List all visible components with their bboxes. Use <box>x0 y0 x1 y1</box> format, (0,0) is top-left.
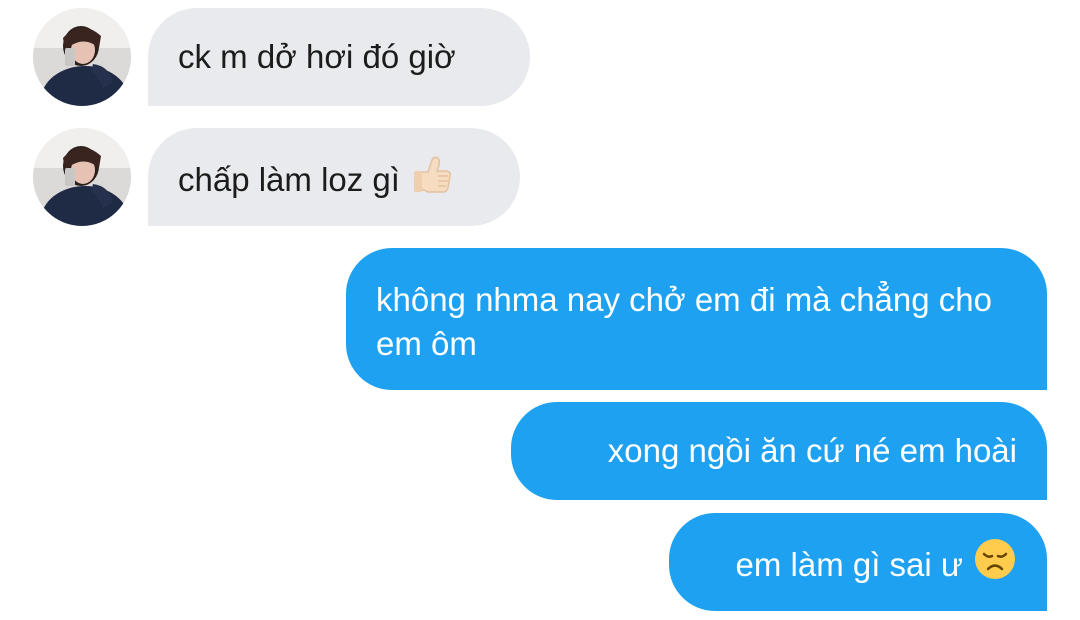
message-bubble[interactable]: ck m dở hơi đó giờ <box>148 8 530 106</box>
thumbs-up-icon <box>410 152 454 207</box>
message-bubble[interactable]: em làm gì sai ư <box>669 513 1047 611</box>
message-row-incoming: ck m dở hơi đó giờ <box>0 0 1080 120</box>
profile-photo-icon <box>33 128 131 226</box>
message-text: em làm gì sai ư <box>735 546 964 584</box>
avatar[interactable] <box>33 128 131 226</box>
profile-photo-icon <box>33 8 131 106</box>
avatar[interactable] <box>33 8 131 106</box>
message-bubble[interactable]: không nhma nay chở em đi mà chẳng cho em… <box>346 248 1047 390</box>
message-text: ck m dở hơi đó giờ <box>178 38 456 75</box>
message-row-incoming: chấp làm loz gì <box>0 120 1080 240</box>
message-bubble[interactable]: chấp làm loz gì <box>148 128 520 226</box>
message-bubble[interactable]: xong ngồi ăn cứ né em hoài <box>511 402 1047 500</box>
message-text: không nhma nay chở em đi mà chẳng cho em… <box>376 281 992 362</box>
message-text: xong ngồi ăn cứ né em hoài <box>607 432 1017 469</box>
disappointed-face-icon <box>973 537 1017 592</box>
message-text: chấp làm loz gì <box>178 161 400 199</box>
